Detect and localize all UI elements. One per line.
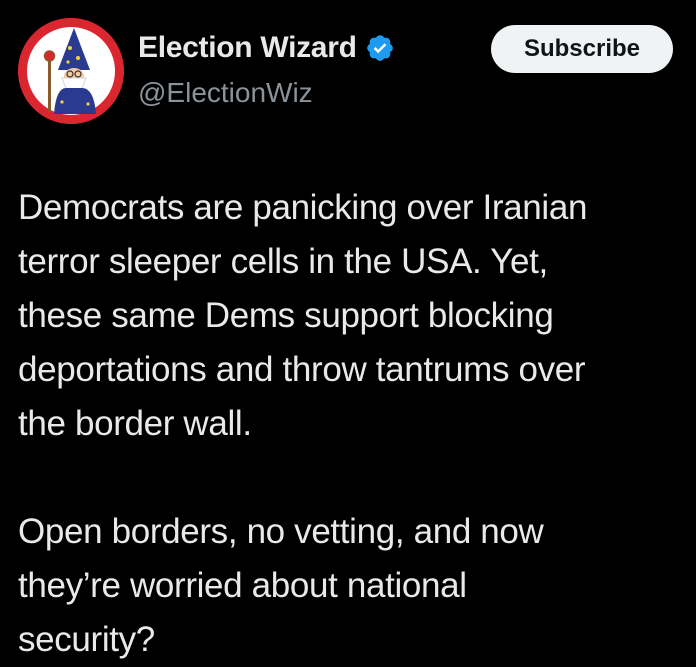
- tweet-paragraph: Democrats are panicking over Iranian ter…: [18, 181, 694, 451]
- tweet: Election Wizard @ElectionWiz Subscribe D…: [0, 0, 696, 659]
- subscribe-button[interactable]: Subscribe: [491, 25, 673, 73]
- tweet-header: Election Wizard @ElectionWiz Subscribe: [0, 0, 696, 130]
- handle[interactable]: @ElectionWiz: [138, 77, 313, 109]
- tweet-text: Democrats are panicking over Iranian ter…: [18, 181, 694, 667]
- text-line: these same Dems support blocking: [18, 296, 554, 335]
- text-line: Democrats are panicking over Iranian: [18, 188, 588, 227]
- text-line: security?: [18, 620, 155, 659]
- text-line: terror sleeper cells in the USA. Yet,: [18, 242, 548, 281]
- text-line: they’re worried about national: [18, 566, 467, 605]
- text-line: the border wall.: [18, 404, 252, 443]
- verified-badge-icon[interactable]: [365, 33, 395, 63]
- avatar[interactable]: [18, 18, 124, 124]
- display-name[interactable]: Election Wizard: [138, 31, 357, 65]
- wizard-avatar-icon: [18, 18, 124, 124]
- text-line: Open borders, no vetting, and now: [18, 512, 544, 551]
- name-row: Election Wizard: [138, 28, 395, 68]
- tweet-paragraph: Open borders, no vetting, and now they’r…: [18, 505, 694, 667]
- text-line: deportations and throw tantrums over: [18, 350, 586, 389]
